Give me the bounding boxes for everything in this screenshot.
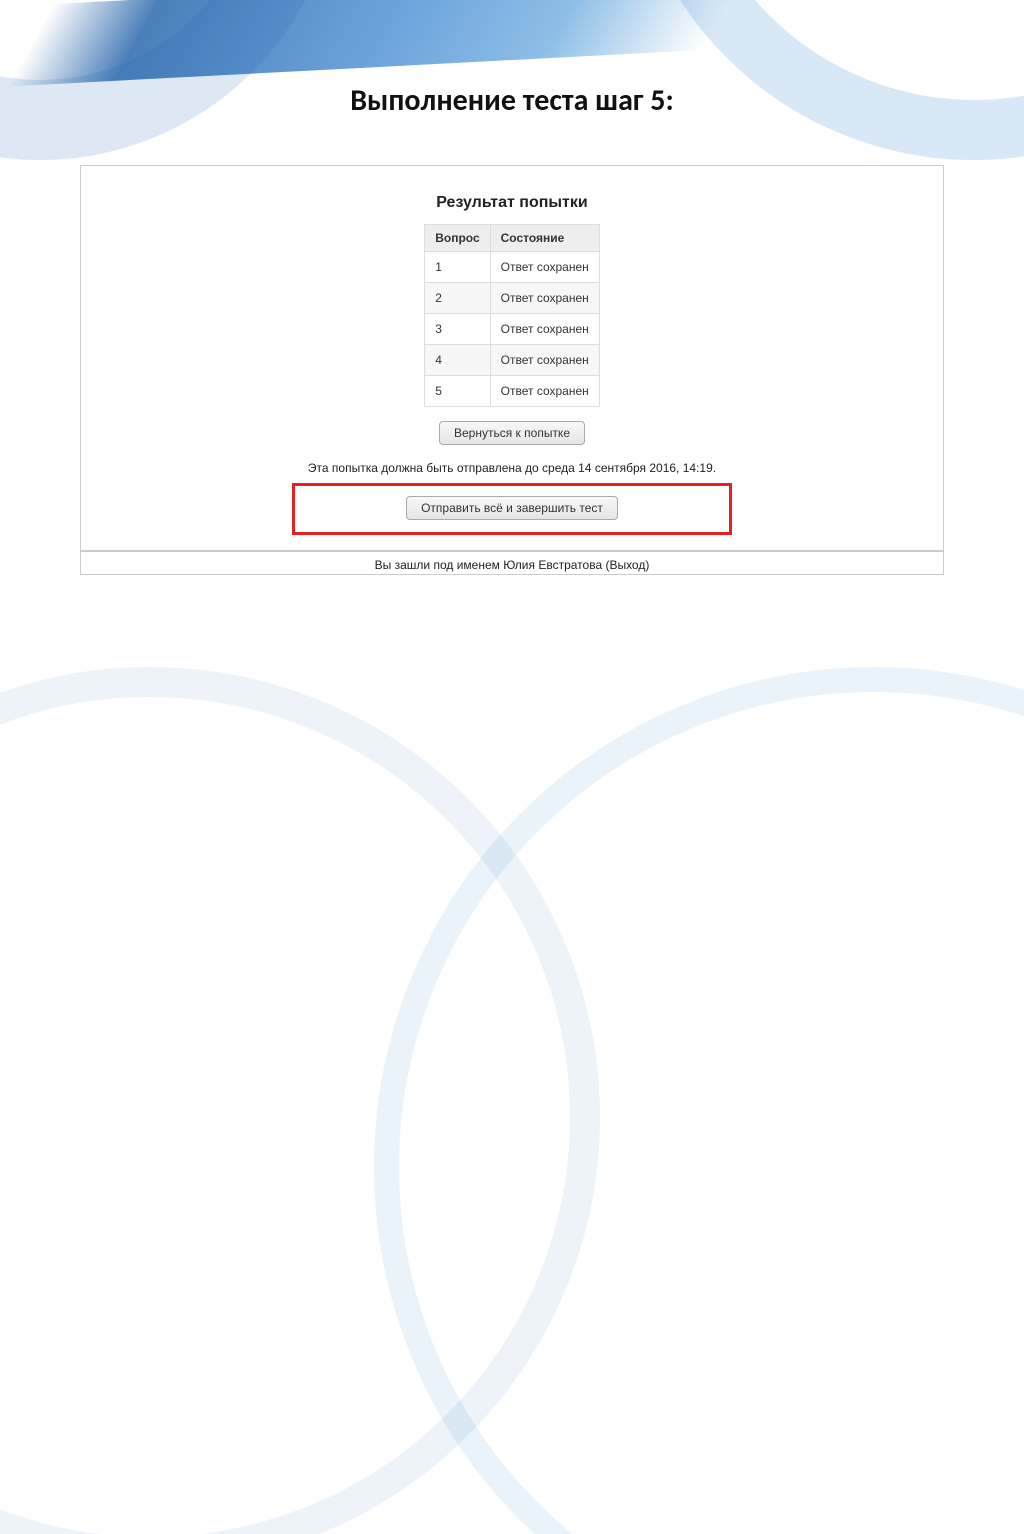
col-question: Вопрос [425, 225, 490, 252]
question-state: Ответ сохранен [490, 314, 599, 345]
slide-title: Выполнение теста шаг 5: [0, 82, 1024, 119]
attempt-summary-table: Вопрос Состояние 1 Ответ сохранен 2 Отве… [424, 224, 600, 407]
question-number: 5 [425, 376, 490, 407]
table-row: 1 Ответ сохранен [425, 252, 600, 283]
logged-in-as-text: Вы зашли под именем Юлия Евстратова (Вых… [81, 558, 943, 572]
screenshot-panel: Результат попытки Вопрос Состояние 1 Отв… [80, 165, 944, 575]
table-row: 5 Ответ сохранен [425, 376, 600, 407]
return-to-attempt-button[interactable]: Вернуться к попытке [439, 421, 585, 445]
question-state: Ответ сохранен [490, 283, 599, 314]
question-number: 2 [425, 283, 490, 314]
table-row: 2 Ответ сохранен [425, 283, 600, 314]
submit-all-button[interactable]: Отправить всё и завершить тест [406, 496, 618, 520]
question-number: 1 [425, 252, 490, 283]
col-state: Состояние [490, 225, 599, 252]
table-row: 4 Ответ сохранен [425, 345, 600, 376]
submit-highlight-box: Отправить всё и завершить тест [292, 483, 732, 535]
question-state: Ответ сохранен [490, 345, 599, 376]
deadline-text: Эта попытка должна быть отправлена до ср… [81, 461, 943, 475]
question-state: Ответ сохранен [490, 252, 599, 283]
question-number: 3 [425, 314, 490, 345]
divider [81, 550, 943, 552]
table-row: 3 Ответ сохранен [425, 314, 600, 345]
attempt-result-heading: Результат попытки [81, 194, 943, 212]
question-state: Ответ сохранен [490, 376, 599, 407]
question-number: 4 [425, 345, 490, 376]
